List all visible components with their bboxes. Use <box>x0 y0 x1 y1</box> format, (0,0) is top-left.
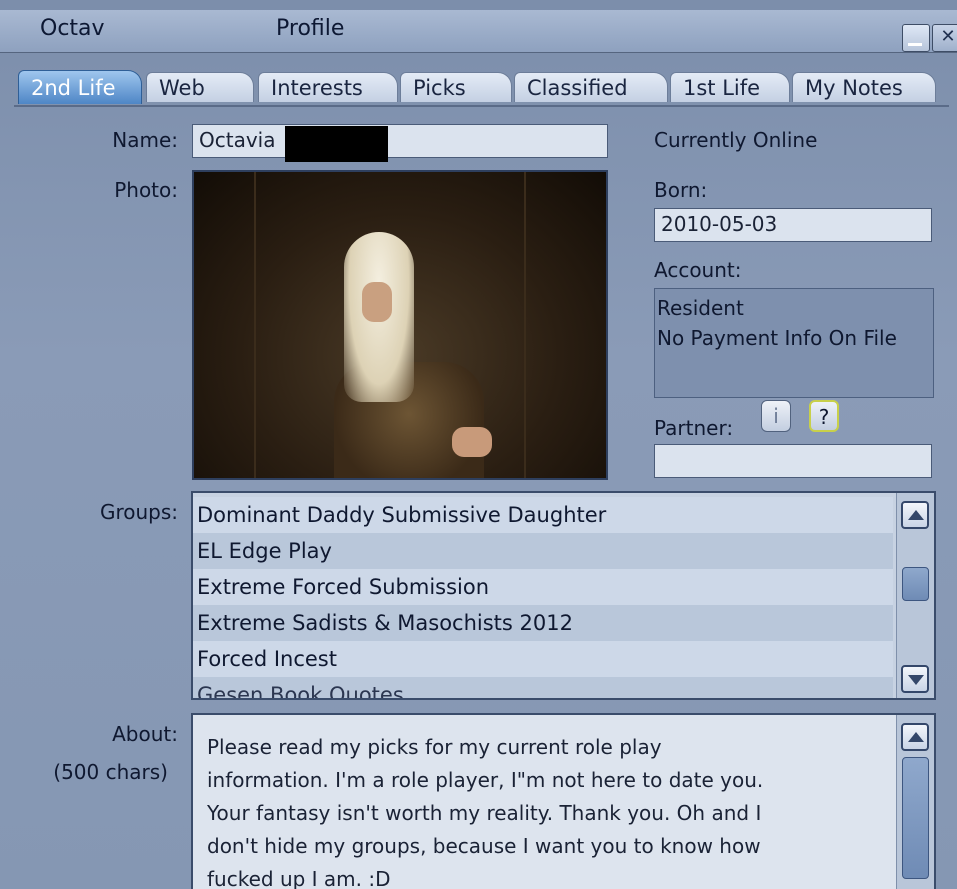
list-item[interactable]: Extreme Sadists & Masochists 2012 <box>193 605 893 641</box>
tab-2nd-life[interactable]: 2nd Life <box>18 70 142 104</box>
account-type: Resident <box>657 296 744 320</box>
groups-scrollbar[interactable] <box>896 493 934 698</box>
about-char-limit: (500 chars) <box>53 760 168 784</box>
photo-bg-beam <box>254 172 256 478</box>
about-textarea[interactable]: Please read my picks for my current role… <box>191 713 936 889</box>
avatar-face-shape <box>362 282 392 322</box>
tab-bar: 2nd Life Web Interests Picks Classified … <box>18 70 957 106</box>
scroll-thumb[interactable] <box>902 567 929 601</box>
partner-help-button[interactable]: ? <box>809 400 839 432</box>
groups-list[interactable]: Dominant Daddy Submissive Daughter EL Ed… <box>191 491 936 700</box>
list-item[interactable]: Extreme Forced Submission <box>193 569 893 605</box>
scroll-down-icon[interactable] <box>901 665 929 693</box>
scroll-up-icon[interactable] <box>901 723 929 751</box>
about-text: Please read my picks for my current role… <box>207 735 764 889</box>
tab-picks[interactable]: Picks <box>400 72 512 102</box>
groups-label: Groups: <box>99 500 178 524</box>
window-title: Profile <box>276 16 345 41</box>
account-payment: No Payment Info On File <box>657 326 897 350</box>
scroll-up-icon[interactable] <box>901 501 929 529</box>
name-label: Name: <box>112 128 178 152</box>
tab-divider <box>14 105 949 107</box>
photo-bg-beam <box>524 172 526 478</box>
avatar-hand-shape <box>452 427 492 457</box>
list-item[interactable]: EL Edge Play <box>193 533 893 569</box>
about-scrollbar[interactable] <box>896 715 934 889</box>
title-bar[interactable]: Octav Profile ✕ <box>0 10 957 53</box>
born-label: Born: <box>654 178 708 202</box>
born-field[interactable]: 2010-05-03 <box>654 208 932 242</box>
tab-1st-life[interactable]: 1st Life <box>670 72 790 102</box>
close-icon[interactable]: ✕ <box>932 24 957 52</box>
online-status: Currently Online <box>654 128 818 152</box>
tab-web[interactable]: Web <box>146 72 254 102</box>
list-item[interactable]: Gesen Book Quotes <box>193 677 893 698</box>
account-label: Account: <box>654 258 742 282</box>
redaction-bar <box>285 126 388 162</box>
scroll-thumb[interactable] <box>902 757 929 879</box>
list-item[interactable]: Dominant Daddy Submissive Daughter <box>193 497 893 533</box>
tab-my-notes[interactable]: My Notes <box>792 72 936 102</box>
list-item[interactable]: Forced Incest <box>193 641 893 677</box>
about-label: About: <box>112 722 178 746</box>
partner-label: Partner: <box>654 416 734 440</box>
partner-field[interactable] <box>654 444 932 478</box>
photo-label: Photo: <box>114 178 178 202</box>
window-owner-name: Octav <box>40 16 105 41</box>
name-field[interactable]: Octavia <box>192 124 608 158</box>
profile-window: Octav Profile ✕ 2nd Life Web Interests P… <box>0 0 957 889</box>
tab-classified[interactable]: Classified <box>514 72 668 102</box>
profile-photo[interactable] <box>192 170 608 480</box>
account-field: Resident No Payment Info On File <box>654 288 934 398</box>
partner-info-button[interactable]: i <box>761 400 791 432</box>
minimize-icon[interactable] <box>902 24 930 52</box>
tab-interests[interactable]: Interests <box>258 72 398 102</box>
